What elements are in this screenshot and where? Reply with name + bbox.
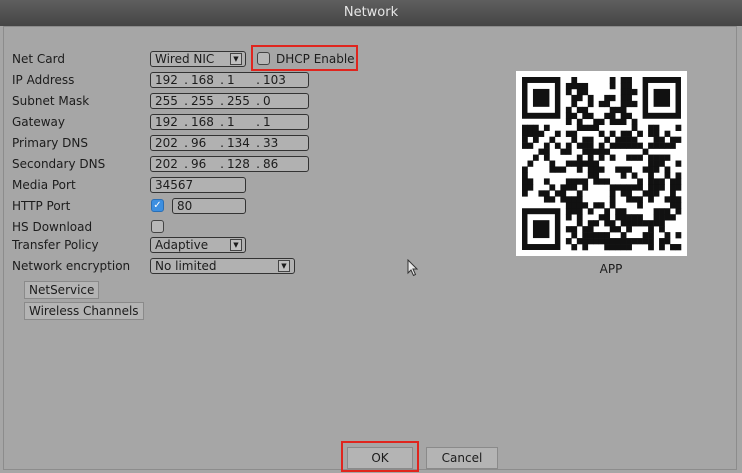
chevron-down-icon: ▼ (230, 239, 242, 251)
dns2-octet-1: 202 (155, 157, 178, 171)
dns1-octet-1: 202 (155, 136, 178, 150)
ok-highlight-box (341, 441, 419, 472)
qr-code-image (522, 77, 682, 251)
dns1-octet-4: 33 (263, 136, 279, 150)
primary-dns-label: Primary DNS (12, 136, 89, 150)
ip-octet-3: 1 (227, 73, 235, 87)
network-encryption-value: No limited (155, 259, 217, 273)
ip-octet-2: 168 (191, 73, 214, 87)
hs-download-label: HS Download (12, 220, 93, 234)
http-port-label: HTTP Port (12, 199, 71, 213)
network-encryption-select[interactable]: No limited ▼ (150, 258, 295, 274)
gateway-octet-4: 1 (263, 115, 271, 129)
ip-octet-4: 103 (263, 73, 286, 87)
cancel-button[interactable]: Cancel (426, 447, 498, 469)
ip-address-field[interactable]: 192. 168. 1. 103 (150, 72, 309, 88)
media-port-input[interactable]: 34567 (150, 177, 246, 193)
subnet-mask-label: Subnet Mask (12, 94, 90, 108)
mask-octet-1: 255 (155, 94, 178, 108)
ip-address-label: IP Address (12, 73, 75, 87)
primary-dns-field[interactable]: 202. 96. 134. 33 (150, 135, 309, 151)
dns2-octet-2: 96 (191, 157, 207, 171)
netservice-button[interactable]: NetService (24, 281, 100, 299)
gateway-octet-3: 1 (227, 115, 235, 129)
network-encryption-label: Network encryption (12, 259, 131, 273)
net-card-label: Net Card (12, 52, 65, 66)
dns2-octet-3: 128 (227, 157, 250, 171)
dns2-octet-4: 86 (263, 157, 279, 171)
net-card-value: Wired NIC (155, 52, 215, 66)
subnet-mask-field[interactable]: 255. 255. 255. 0 (150, 93, 309, 109)
gateway-field[interactable]: 192. 168. 1. 1 (150, 114, 309, 130)
hs-download-checkbox[interactable] (151, 220, 164, 233)
gateway-label: Gateway (12, 115, 66, 129)
mouse-cursor-icon (407, 259, 419, 277)
app-qr-code (516, 71, 687, 256)
mask-octet-4: 0 (263, 94, 271, 108)
transfer-policy-value: Adaptive (155, 238, 209, 252)
app-label: APP (599, 262, 623, 276)
transfer-policy-label: Transfer Policy (12, 238, 99, 252)
dns1-octet-2: 96 (191, 136, 207, 150)
network-dialog: Network Net Card IP Address Subnet Mask … (0, 0, 742, 473)
chevron-down-icon: ▼ (230, 53, 242, 65)
dns1-octet-3: 134 (227, 136, 250, 150)
chevron-down-icon: ▼ (278, 260, 290, 272)
gateway-octet-2: 168 (191, 115, 214, 129)
mask-octet-3: 255 (227, 94, 250, 108)
secondary-dns-field[interactable]: 202. 96. 128. 86 (150, 156, 309, 172)
dhcp-highlight-box (251, 45, 358, 71)
mask-octet-2: 255 (191, 94, 214, 108)
gateway-octet-1: 192 (155, 115, 178, 129)
http-port-checkbox[interactable]: ✓ (151, 199, 164, 212)
wireless-channels-button[interactable]: Wireless Channels (24, 302, 144, 320)
http-port-input[interactable]: 80 (172, 198, 246, 214)
ip-octet-1: 192 (155, 73, 178, 87)
dialog-title: Network (0, 0, 742, 26)
secondary-dns-label: Secondary DNS (12, 157, 106, 171)
net-card-select[interactable]: Wired NIC ▼ (150, 51, 246, 67)
transfer-policy-select[interactable]: Adaptive ▼ (150, 237, 246, 253)
media-port-label: Media Port (12, 178, 76, 192)
